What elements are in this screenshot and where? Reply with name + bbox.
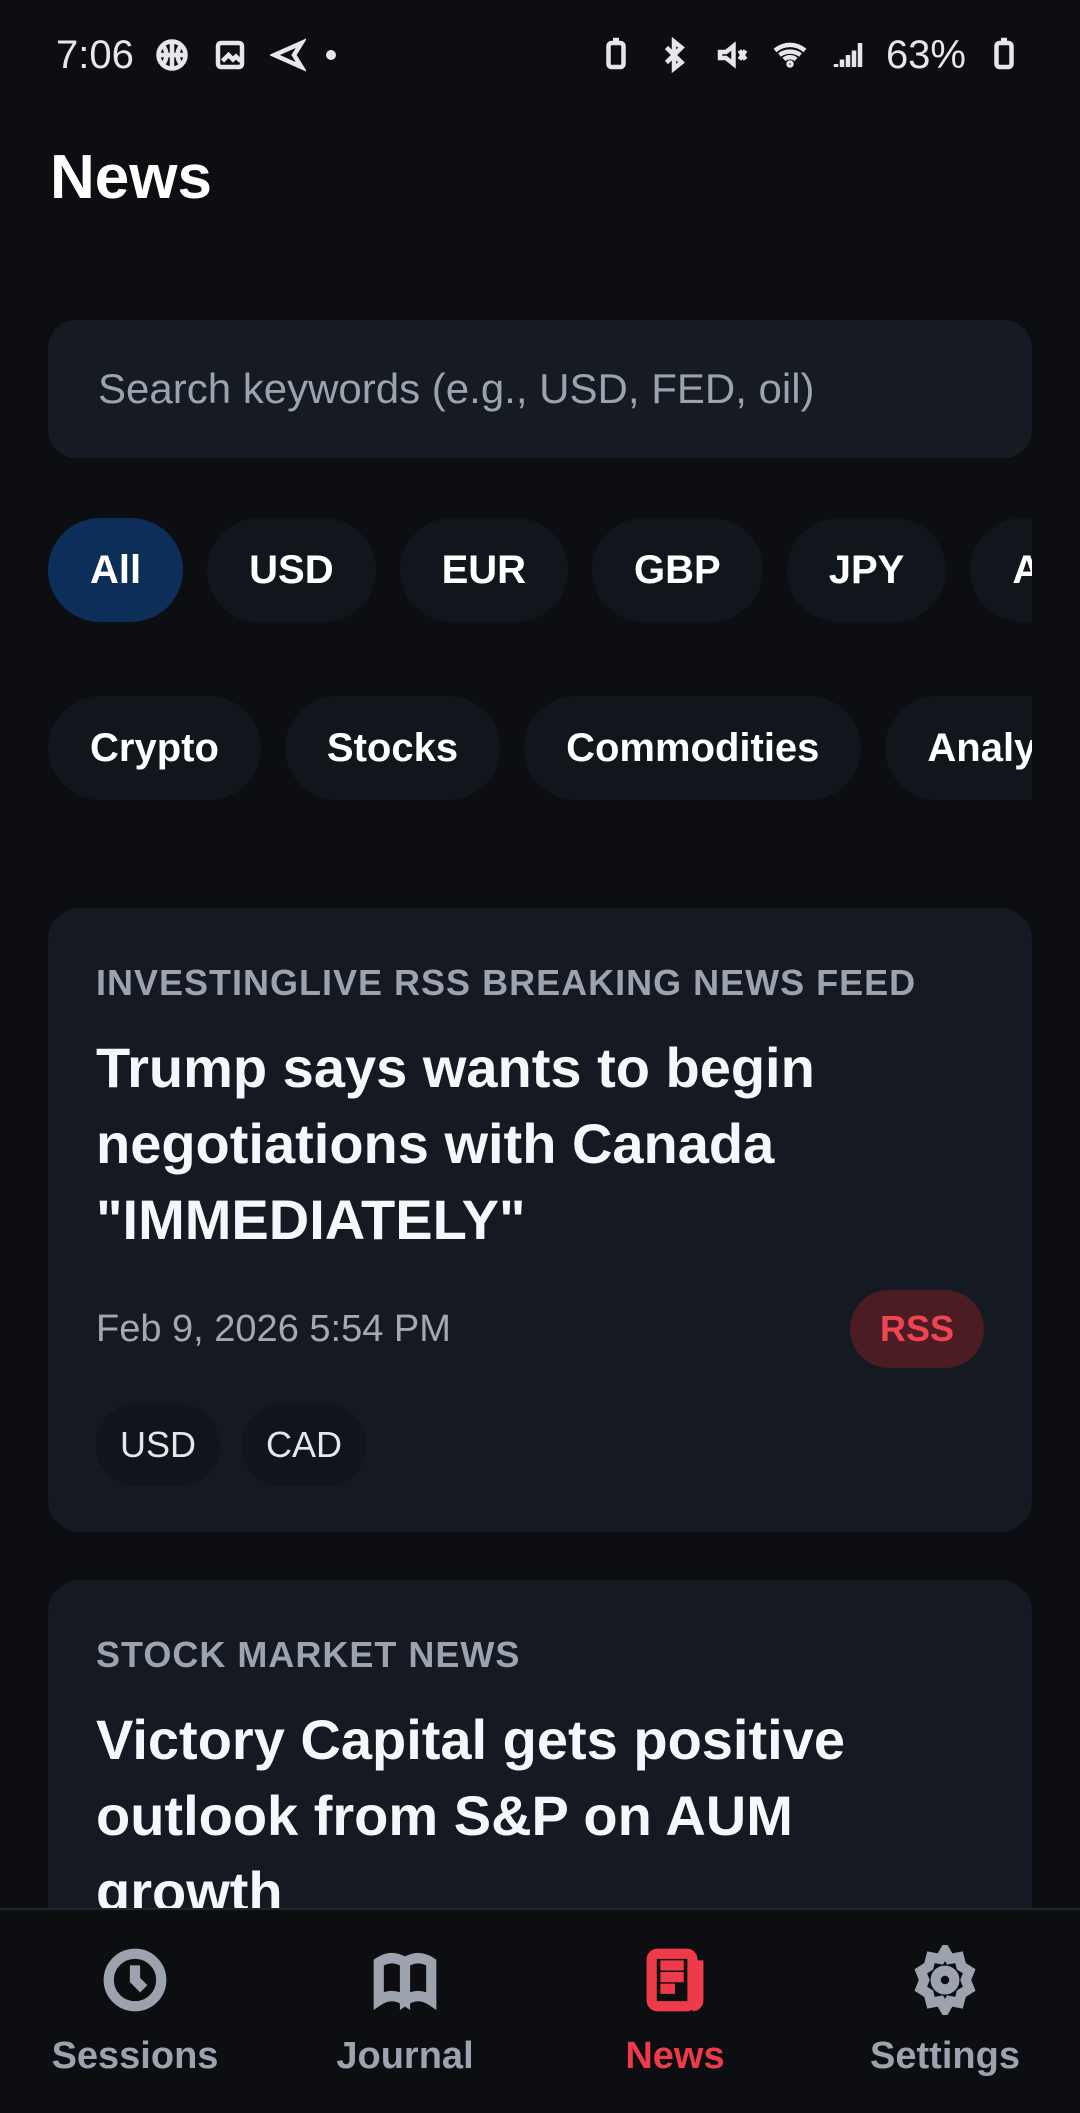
gear-icon <box>910 1940 980 2025</box>
news-date: Feb 9, 2026 5:54 PM <box>96 1307 451 1350</box>
filter-chip-crypto[interactable]: Crypto <box>48 696 261 800</box>
nav-item-news[interactable]: News <box>545 1945 805 2078</box>
wifi-icon <box>770 35 810 75</box>
status-right: 63% <box>596 33 1024 78</box>
currency-tag-cad[interactable]: CAD <box>242 1404 367 1486</box>
filter-chip-gbp[interactable]: GBP <box>592 518 763 622</box>
nav-item-settings[interactable]: Settings <box>815 1940 1075 2078</box>
bluetooth-icon <box>654 35 694 75</box>
news-source: INVESTINGLIVE RSS BREAKING NEWS FEED <box>96 962 917 1003</box>
nav-label-news: News <box>625 2035 725 2077</box>
filter-chip-all[interactable]: All <box>48 518 184 622</box>
news-card[interactable]: INVESTINGLIVE RSS BREAKING NEWS FEED Tru… <box>48 908 1032 1532</box>
news-source: STOCK MARKET NEWS <box>96 1634 521 1675</box>
dot-icon <box>325 50 336 60</box>
news-title[interactable]: Trump says wants to begin negotiations w… <box>96 1030 984 1258</box>
filter-chip-eur[interactable]: EUR <box>399 518 569 622</box>
battery-saver-icon <box>596 35 636 75</box>
filter-chip-aud[interactable]: AU <box>970 518 1032 622</box>
nav-item-journal[interactable]: Journal <box>275 1945 535 2078</box>
clock-icon <box>100 1945 170 2025</box>
bottom-navigation: Sessions Journal News Settings <box>0 1908 1080 2113</box>
nav-label-journal: Journal <box>336 2035 474 2077</box>
nav-label-sessions: Sessions <box>51 2035 219 2077</box>
send-icon <box>268 35 308 75</box>
news-meta: Feb 9, 2026 5:54 PM RSS <box>96 1290 984 1368</box>
mute-icon <box>712 35 752 75</box>
book-icon <box>370 1945 440 2025</box>
filter-chip-stocks[interactable]: Stocks <box>284 696 501 800</box>
battery-icon <box>984 35 1024 75</box>
battery-text: 63% <box>885 32 966 77</box>
signal-icon <box>828 35 868 75</box>
currency-filter-row: All USD EUR GBP JPY AU <box>48 518 1032 622</box>
filter-chip-commodities[interactable]: Commodities <box>524 696 862 800</box>
filter-chip-usd[interactable]: USD <box>207 518 376 622</box>
category-filter-row: Crypto Stocks Commodities Analysi <box>48 696 1032 800</box>
page-title: News <box>50 143 212 212</box>
rss-badge: RSS <box>849 1290 984 1368</box>
currency-tag-usd[interactable]: USD <box>96 1404 221 1486</box>
status-bar: 7:06 63% <box>0 0 1080 110</box>
status-time: 7:06 <box>56 32 134 77</box>
currency-tags: USD CAD <box>96 1404 984 1486</box>
news-title[interactable]: Victory Capital gets positive outlook fr… <box>96 1702 984 1930</box>
nav-label-settings: Settings <box>870 2035 1020 2077</box>
filter-chip-analysis[interactable]: Analysi <box>885 696 1032 800</box>
image-icon <box>210 35 250 75</box>
search-box[interactable] <box>48 320 1032 458</box>
status-left: 7:06 <box>56 33 336 78</box>
basketball-icon <box>152 35 192 75</box>
newspaper-icon <box>640 1945 710 2025</box>
nav-item-sessions[interactable]: Sessions <box>5 1945 265 2078</box>
search-input[interactable] <box>96 364 984 414</box>
filter-chip-jpy[interactable]: JPY <box>786 518 947 622</box>
